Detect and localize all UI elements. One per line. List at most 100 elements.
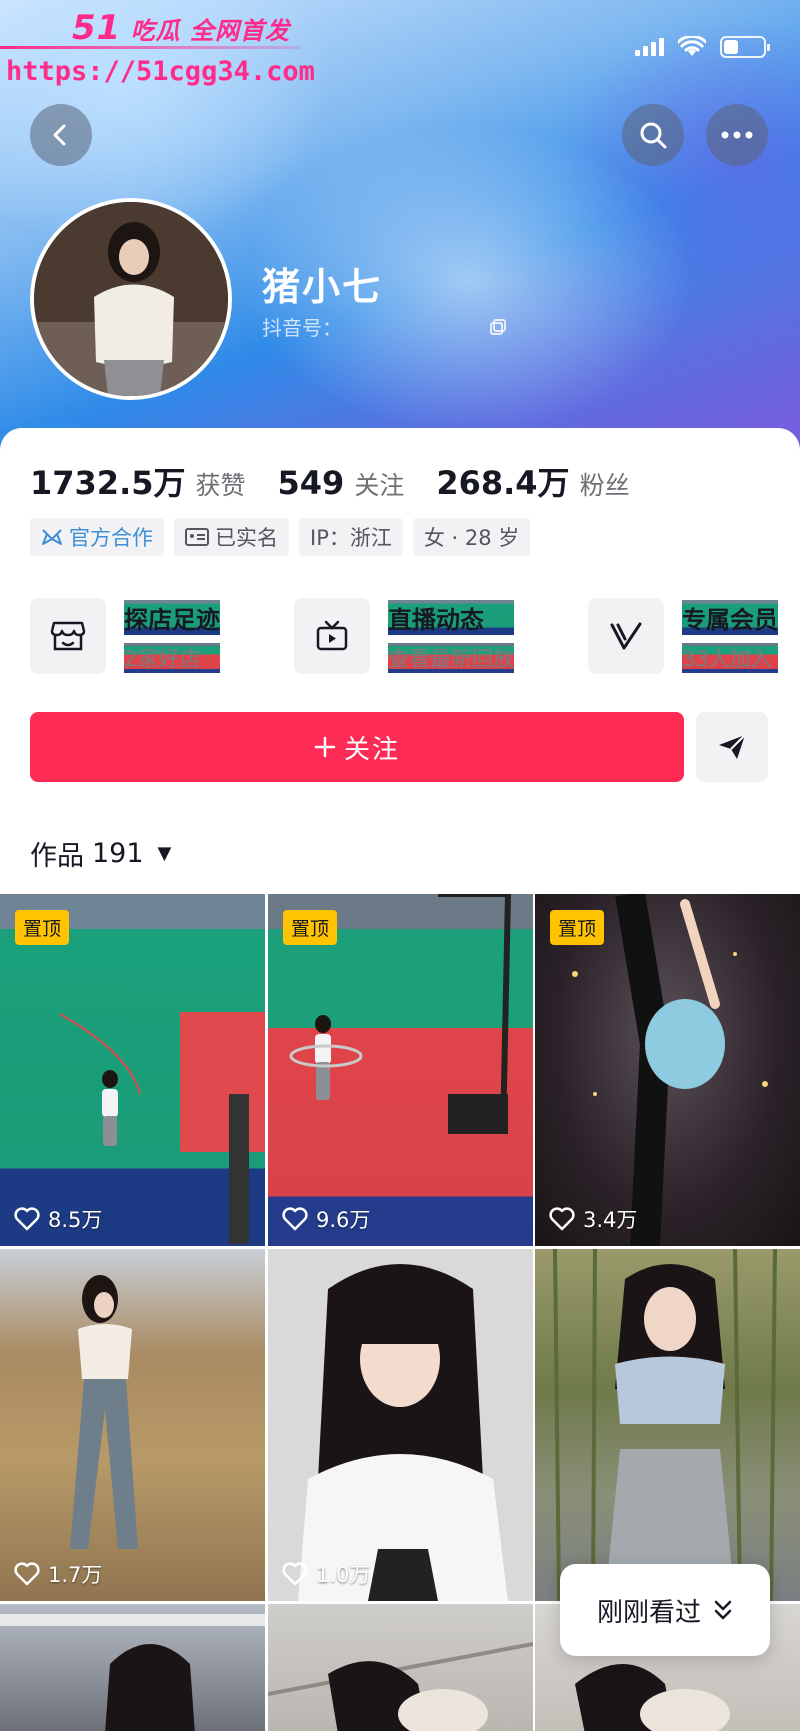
stat-following-value: 549 [277,464,345,502]
service-live-title: 直播动态 [388,599,514,635]
profile-tags: 官方合作 已实名 IP：浙江 女 · 28 岁 [30,518,531,556]
profile-header: 51 吃瓜 全网首发 https://51cgg34.com 猪小七 抖音号： [0,0,800,450]
video-thumbnail-figure [572,894,768,1246]
more-dots-icon [721,131,753,139]
stat-followers[interactable]: 268.4万 粉丝 [436,458,629,504]
shop-icon [30,598,106,674]
status-bar-icons [635,36,770,58]
tab-works[interactable]: 作品 191 ▼ [30,834,171,873]
watermark-brand: 51 [72,8,122,48]
pinned-badge: 置顶 [15,910,70,945]
video-likes: 8.5万 [14,1204,102,1234]
tag-gender-age-label: 女 · 28 岁 [423,526,520,550]
video-likes-count: 3.4万 [583,1208,638,1232]
avatar-portrait [34,202,228,396]
video-tile[interactable]: 置顶 3.4万 [535,894,800,1246]
video-likes: 1.7万 [14,1559,102,1589]
stat-likes-value: 1732.5万 [30,464,186,502]
video-likes: 3.4万 [549,1204,637,1234]
watermark-logo: 51 吃瓜 全网首发 [72,8,290,48]
battery-icon [720,36,770,58]
signal-icon [635,38,664,56]
video-tile[interactable]: 置顶 9.6万 [268,894,533,1246]
video-tile[interactable] [0,1604,265,1731]
double-chevron-down-icon [714,1600,732,1620]
video-thumbnail-figure [268,1249,533,1601]
video-likes-count: 8.5万 [48,1208,103,1232]
service-membership[interactable]: 专属会员 33人加入 [588,598,778,674]
tag-verified[interactable]: 已实名 [174,518,289,556]
tab-works-label: 作品 [30,841,84,872]
watermark-line [0,46,300,49]
douyin-id-label: 抖音号： [262,316,342,340]
video-thumbnail-figure [553,1249,777,1601]
search-button[interactable] [622,104,684,166]
send-icon [719,734,746,759]
v-member-icon [588,598,664,674]
video-tile[interactable]: 1.0万 [268,1249,533,1601]
stat-likes-label: 获赞 [195,471,246,500]
back-button[interactable] [30,104,92,166]
service-shop-subtitle: 2家好店 [124,642,220,673]
tag-gender-age: 女 · 28 岁 [412,518,531,556]
service-member-subtitle: 33人加入 [682,642,778,673]
douyin-id[interactable]: 抖音号： [262,312,508,341]
watermark-slogan: 吃瓜 全网首发 [130,17,291,45]
wifi-icon [678,36,706,56]
share-button[interactable] [696,712,768,782]
caret-down-icon: ▼ [157,843,172,864]
follow-button[interactable]: 关注 [30,712,684,782]
official-cooperation-icon [42,529,62,545]
pinned-badge: 置顶 [550,910,605,945]
tv-icon [294,598,370,674]
heart-icon [282,1562,308,1586]
stat-followers-label: 粉丝 [579,471,630,500]
video-thumbnail-figure [289,894,512,1135]
profile-stats: 1732.5万 获赞 549 关注 268.4万 粉丝 [30,458,662,504]
service-live-updates[interactable]: 直播动态 查看最新回放 [294,598,514,674]
avatar[interactable] [30,198,232,400]
heart-icon [282,1207,308,1231]
video-thumbnail-figure [0,1614,265,1731]
video-tile[interactable] [268,1604,533,1731]
tab-works-count: 191 [92,838,144,869]
pinned-badge: 置顶 [283,910,338,945]
video-likes-count: 1.0万 [316,1563,371,1587]
service-live-subtitle: 查看最新回放 [388,642,514,673]
tag-ip-label: IP：浙江 [310,526,392,550]
profile-nickname: 猪小七 [262,265,383,309]
video-tile[interactable] [535,1249,800,1601]
stat-following[interactable]: 549 关注 [278,464,405,502]
tag-official-cooperation[interactable]: 官方合作 [30,518,164,556]
service-entries: 探店足迹 2家好店 直播动态 查看最新回放 专属会员 33人加入 [30,598,790,678]
search-icon [640,122,667,149]
plus-icon [314,736,336,758]
more-button[interactable] [706,104,768,166]
stat-likes[interactable]: 1732.5万 获赞 [30,458,246,504]
watermark-url: https://51cgg34.com [6,56,315,87]
copy-icon[interactable] [488,317,508,337]
tag-verified-label: 已实名 [215,526,278,550]
video-likes-count: 1.7万 [48,1563,103,1587]
video-tile[interactable]: 置顶 8.5万 [0,894,265,1246]
video-thumbnail-figure [268,1642,533,1731]
heart-icon [14,1207,40,1231]
video-tile[interactable]: 1.7万 [0,1249,265,1601]
heart-icon [14,1562,40,1586]
recently-viewed-label: 刚刚看过 [596,1597,701,1628]
video-thumbnail-figure [59,1013,249,1244]
service-shop-title: 探店足迹 [124,599,220,635]
video-likes: 1.0万 [282,1559,370,1589]
profile-card: 1732.5万 获赞 549 关注 268.4万 粉丝 官方合作 已实名 IP：… [0,428,800,888]
stat-followers-value: 268.4万 [436,464,570,502]
service-member-title: 专属会员 [682,599,778,635]
tag-official-label: 官方合作 [69,526,153,550]
video-likes-count: 9.6万 [316,1208,371,1232]
video-likes: 9.6万 [282,1204,370,1234]
chevron-left-icon [53,124,66,146]
service-shop-visits[interactable]: 探店足迹 2家好店 [30,598,220,674]
stat-following-label: 关注 [354,471,405,500]
id-card-icon [185,528,209,546]
recently-viewed-button[interactable]: 刚刚看过 [560,1564,770,1656]
video-thumbnail-figure [70,1275,138,1549]
